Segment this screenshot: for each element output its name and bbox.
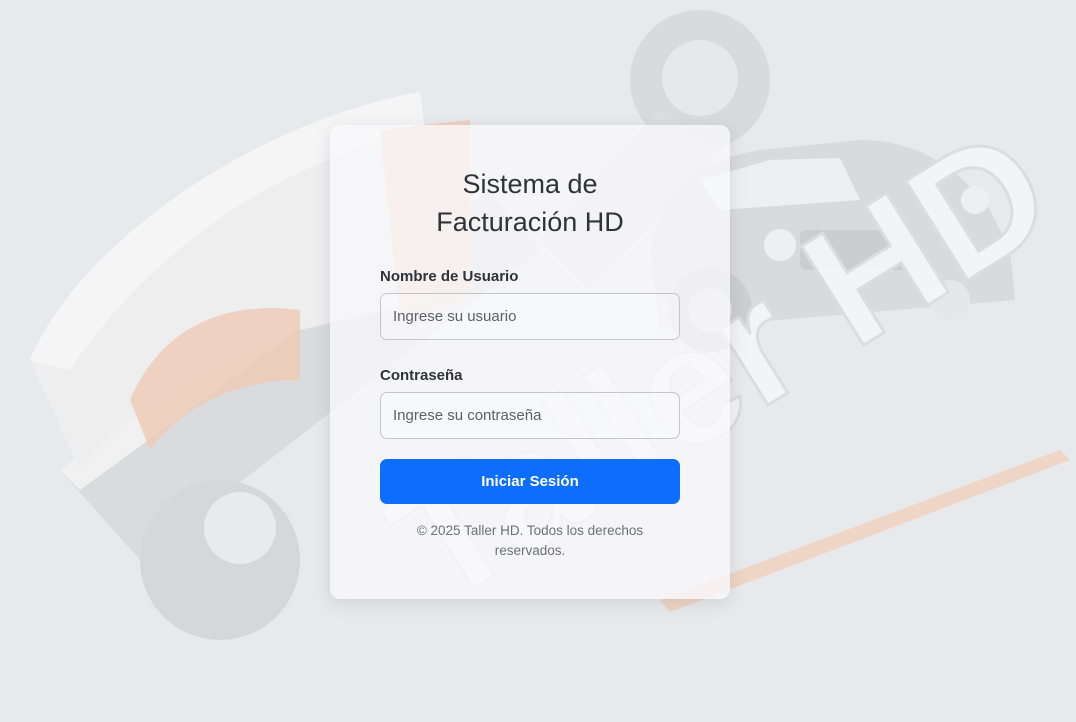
login-button[interactable]: Iniciar Sesión: [380, 459, 680, 504]
username-group: Nombre de Usuario: [380, 267, 680, 340]
username-label: Nombre de Usuario: [380, 268, 519, 285]
password-label: Contraseña: [380, 367, 463, 384]
password-input[interactable]: [380, 392, 680, 439]
password-group: Contraseña: [380, 366, 680, 439]
login-card: Sistema de Facturación HD Nombre de Usua…: [330, 125, 730, 599]
username-input[interactable]: [380, 293, 680, 340]
footer-copyright: © 2025 Taller HD. Todos los derechos res…: [416, 523, 644, 558]
page-title: Sistema de Facturación HD: [436, 169, 624, 237]
